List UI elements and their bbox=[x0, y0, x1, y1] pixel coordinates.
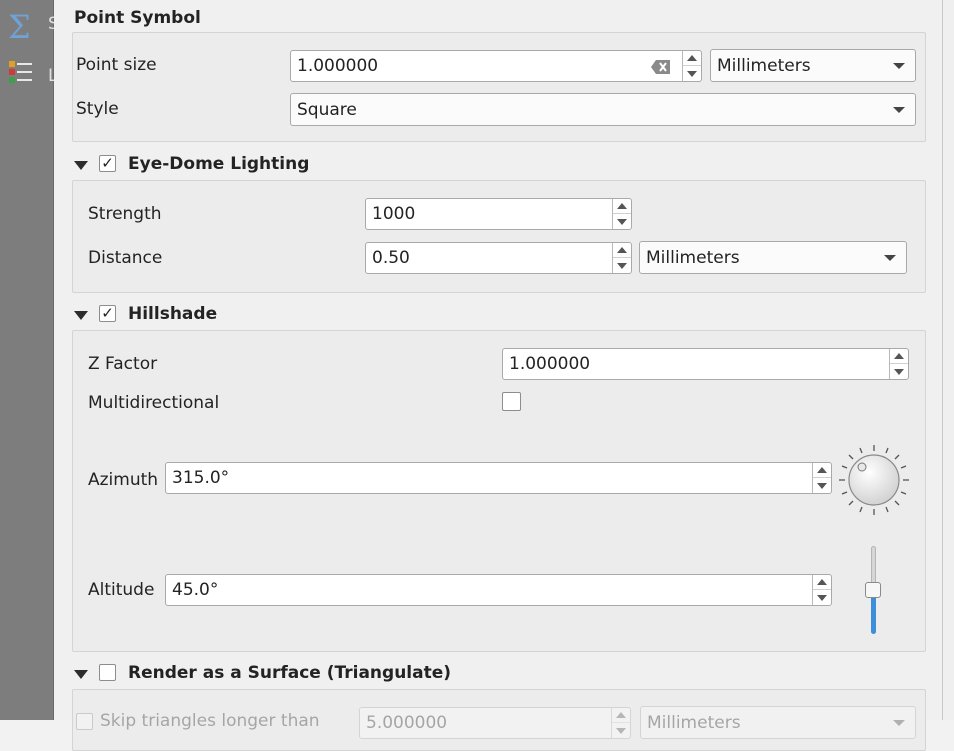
azimuth-spinner[interactable] bbox=[812, 463, 831, 493]
multidirectional-checkbox[interactable] bbox=[502, 392, 521, 411]
point-size-input[interactable]: 1.000000 bbox=[290, 50, 702, 82]
spin-down-icon[interactable] bbox=[813, 590, 831, 605]
point-symbol-title: Point Symbol bbox=[74, 8, 201, 28]
chevron-down-icon bbox=[893, 106, 905, 113]
style-select[interactable]: Square bbox=[290, 93, 916, 126]
skip-triangles-label: Skip triangles longer than bbox=[100, 711, 320, 731]
skip-triangles-unit-value: Millimeters bbox=[647, 712, 741, 733]
chevron-down-icon bbox=[893, 719, 905, 726]
azimuth-label: Azimuth bbox=[88, 470, 159, 490]
hillshade-title: Hillshade bbox=[128, 304, 218, 324]
spin-down-icon[interactable] bbox=[613, 258, 631, 273]
spin-up-icon[interactable] bbox=[813, 463, 831, 478]
altitude-spinner[interactable] bbox=[812, 575, 831, 605]
strength-label: Strength bbox=[88, 204, 162, 224]
point-size-value: 1.000000 bbox=[297, 56, 379, 76]
chevron-down-icon bbox=[893, 62, 905, 69]
spin-up-icon[interactable] bbox=[813, 575, 831, 590]
clear-icon[interactable] bbox=[651, 59, 671, 74]
surface-checkbox[interactable] bbox=[99, 664, 116, 681]
style-value: Square bbox=[297, 99, 357, 120]
spin-up-icon[interactable] bbox=[683, 51, 701, 66]
point-size-spinner[interactable] bbox=[682, 51, 701, 81]
zfactor-input[interactable]: 1.000000 bbox=[502, 348, 909, 380]
sigma-icon[interactable]: Σ bbox=[8, 8, 31, 46]
altitude-slider[interactable] bbox=[864, 544, 884, 636]
zfactor-label: Z Factor bbox=[88, 354, 158, 374]
altitude-slider-handle[interactable] bbox=[865, 582, 881, 598]
hillshade-checkbox[interactable]: ✓ bbox=[99, 305, 116, 322]
distance-unit-value: Millimeters bbox=[646, 247, 740, 268]
zfactor-spinner[interactable] bbox=[889, 349, 908, 379]
skip-triangles-unit-select[interactable]: Millimeters bbox=[640, 706, 916, 739]
edl-group bbox=[72, 180, 926, 293]
strength-value: 1000 bbox=[372, 204, 416, 224]
distance-spinner[interactable] bbox=[612, 243, 631, 273]
skip-triangles-spinner[interactable] bbox=[611, 708, 630, 738]
strength-spinner[interactable] bbox=[612, 199, 631, 229]
chevron-down-icon bbox=[884, 254, 896, 261]
right-background bbox=[942, 0, 954, 720]
spin-down-icon[interactable] bbox=[683, 66, 701, 81]
point-size-unit-select[interactable]: Millimeters bbox=[710, 49, 916, 82]
spin-down-icon[interactable] bbox=[890, 364, 908, 379]
skip-triangles-value: 5.000000 bbox=[366, 713, 448, 733]
style-label: Style bbox=[76, 99, 119, 119]
distance-input[interactable]: 0.50 bbox=[365, 242, 632, 274]
skip-triangles-checkbox[interactable] bbox=[76, 713, 93, 730]
point-size-label: Point size bbox=[76, 55, 157, 75]
altitude-label: Altitude bbox=[88, 580, 155, 600]
multidirectional-label: Multidirectional bbox=[88, 393, 220, 413]
hillshade-collapse-icon[interactable] bbox=[74, 311, 88, 320]
spin-down-icon[interactable] bbox=[613, 214, 631, 229]
spin-up-icon[interactable] bbox=[613, 243, 631, 258]
distance-label: Distance bbox=[88, 248, 163, 268]
zfactor-value: 1.000000 bbox=[509, 354, 591, 374]
altitude-input[interactable]: 45.0° bbox=[165, 574, 832, 606]
azimuth-input[interactable]: 315.0° bbox=[165, 462, 832, 494]
surface-collapse-icon[interactable] bbox=[74, 670, 88, 679]
settings-panel: Point Symbol Point size 1.000000 Millime… bbox=[54, 0, 943, 751]
spin-up-icon[interactable] bbox=[612, 708, 630, 723]
altitude-value: 45.0° bbox=[172, 580, 219, 600]
surface-title: Render as a Surface (Triangulate) bbox=[128, 663, 452, 683]
azimuth-dial[interactable] bbox=[838, 444, 910, 516]
spin-up-icon[interactable] bbox=[890, 349, 908, 364]
spin-down-icon[interactable] bbox=[813, 478, 831, 493]
layers-icon[interactable] bbox=[8, 60, 34, 86]
distance-unit-select[interactable]: Millimeters bbox=[639, 241, 907, 274]
edl-checkbox[interactable]: ✓ bbox=[99, 155, 116, 172]
edl-title: Eye-Dome Lighting bbox=[128, 154, 310, 174]
edl-collapse-icon[interactable] bbox=[74, 161, 88, 170]
skip-triangles-input[interactable]: 5.000000 bbox=[359, 707, 631, 739]
strength-input[interactable]: 1000 bbox=[365, 198, 632, 230]
distance-value: 0.50 bbox=[372, 248, 410, 268]
azimuth-value: 315.0° bbox=[172, 468, 230, 488]
left-toolbar: Σ S L bbox=[0, 0, 59, 720]
spin-down-icon[interactable] bbox=[612, 723, 630, 738]
point-size-unit-value: Millimeters bbox=[717, 55, 811, 76]
spin-up-icon[interactable] bbox=[613, 199, 631, 214]
